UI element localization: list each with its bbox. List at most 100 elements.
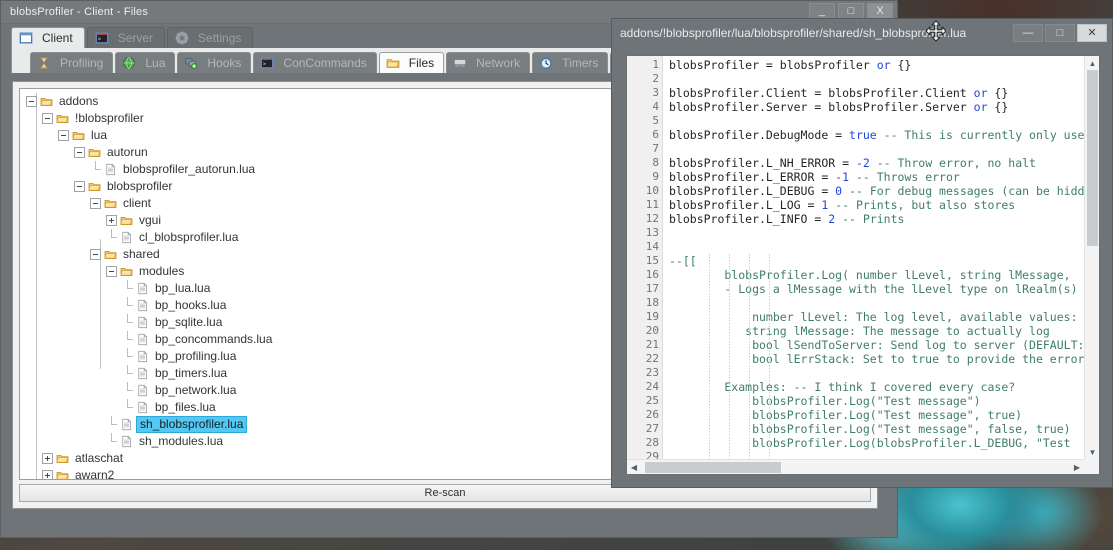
- tree-node-label: bp_hooks.lua: [155, 298, 227, 312]
- tree-node-label: client: [123, 196, 152, 210]
- tree-collapse-toggle[interactable]: [106, 266, 117, 277]
- code-token: bool lErrStack: Set to true to provide t…: [669, 352, 1085, 366]
- svg-text:>: >: [98, 37, 101, 43]
- code-token: {}: [890, 58, 912, 72]
- folder-icon: [56, 455, 69, 463]
- code-token: blobsProfiler = blobsProfiler: [669, 58, 877, 72]
- sub-tab-files[interactable]: Files: [378, 52, 445, 73]
- code-line: blobsProfiler.L_LOG = 1 -- Prints, but a…: [663, 198, 1099, 212]
- folder-icon: [88, 183, 101, 191]
- code-token: blobsProfiler.L_INFO =: [669, 212, 829, 226]
- sub-tab-label: Profiling: [60, 56, 104, 70]
- line-number: 13: [645, 226, 659, 239]
- scroll-right-arrow[interactable]: ▶: [1070, 460, 1084, 474]
- line-number: 28: [645, 436, 659, 449]
- code-close-button[interactable]: ✕: [1077, 24, 1107, 42]
- tree-collapse-toggle[interactable]: [26, 96, 37, 107]
- folder-icon: [72, 132, 85, 140]
- line-number: 22: [645, 352, 659, 365]
- line-number: 26: [645, 408, 659, 421]
- tree-collapse-toggle[interactable]: [90, 198, 101, 209]
- editor-vertical-scrollbar[interactable]: ▲ ▼: [1084, 56, 1099, 459]
- tree-node-label: bp_profiling.lua: [155, 349, 237, 363]
- sub-tab-concommands[interactable]: > ConCommands: [253, 52, 377, 73]
- line-number: 5: [652, 114, 659, 127]
- code-line: blobsProfiler.L_DEBUG = 0 -- For debug m…: [663, 184, 1099, 198]
- toplevel-tab-server[interactable]: > Server: [86, 27, 166, 48]
- tree-collapse-toggle[interactable]: [74, 181, 85, 192]
- folder-icon: [104, 251, 117, 259]
- line-number: 1: [652, 58, 659, 71]
- tree-node-label: blobsprofiler_autorun.lua: [123, 162, 256, 176]
- line-number: 19: [645, 310, 659, 323]
- tree-elbow: [122, 382, 133, 399]
- code-token: or: [876, 58, 891, 72]
- toplevel-tab-client[interactable]: Client: [11, 27, 85, 48]
- tree-expand-toggle[interactable]: [106, 215, 117, 226]
- editor-vertical-scroll-thumb[interactable]: [1087, 70, 1098, 246]
- tree-node-label: bp_timers.lua: [155, 366, 228, 380]
- tree-node-label: modules: [139, 264, 185, 278]
- sub-tab-label: Files: [408, 56, 435, 70]
- indent-guide: [709, 254, 710, 459]
- tree-elbow: [122, 365, 133, 382]
- sub-tab-lua[interactable]: Lua: [115, 52, 176, 73]
- code-token: - Logs a lMessage with the lLevel type o…: [669, 282, 1078, 296]
- tree-collapse-toggle[interactable]: [42, 113, 53, 124]
- file-icon: [122, 418, 131, 431]
- line-number: 20: [645, 324, 659, 337]
- editor-horizontal-scroll-thumb[interactable]: [645, 462, 781, 473]
- tree-elbow: [90, 161, 101, 178]
- sub-tab-network[interactable]: Network: [446, 52, 531, 73]
- tree-node-label: bp_network.lua: [155, 383, 237, 397]
- folder-icon: [56, 115, 69, 123]
- code-token: Examples: -- I think I covered every cas…: [669, 380, 1016, 394]
- code-line: blobsProfiler.L_NH_ERROR = -2 -- Throw e…: [663, 156, 1099, 170]
- scrollbar-corner: [1084, 459, 1099, 474]
- sub-tab-hooks[interactable]: Hooks: [177, 52, 252, 73]
- code-minimize-button[interactable]: —: [1013, 24, 1043, 42]
- scroll-down-arrow[interactable]: ▼: [1085, 445, 1099, 459]
- sub-tab-timers[interactable]: Timers: [532, 52, 609, 73]
- tree-elbow: [122, 297, 133, 314]
- line-number: 4: [652, 100, 659, 113]
- code-text-area[interactable]: blobsProfiler = blobsProfiler or {} blob…: [663, 56, 1099, 459]
- clock-icon: [540, 56, 552, 69]
- tree-collapse-toggle[interactable]: [74, 147, 85, 158]
- code-token: string lMessage: The message to actually…: [669, 324, 1050, 338]
- code-window-title: addons/!blobsprofiler/lua/blobsprofiler/…: [620, 26, 967, 40]
- code-line: blobsProfiler.L_ERROR = -1 -- Throws err…: [663, 170, 1099, 184]
- code-editor[interactable]: 1 2 3 4 5 6 7 8 9 10 11 12 13 14 15 16 17 18 19 20 21 22 23 24 2…: [626, 55, 1100, 475]
- tree-expand-toggle[interactable]: [42, 470, 53, 479]
- code-window-titlebar[interactable]: addons/!blobsprofiler/lua/blobsprofiler/…: [612, 19, 1112, 47]
- code-line: blobsProfiler.Server = blobsProfiler.Ser…: [663, 100, 1099, 114]
- file-icon: [138, 282, 147, 295]
- code-token: -- This is currently only used: [883, 128, 1092, 142]
- file-icon: [122, 231, 131, 244]
- line-number: 18: [645, 296, 659, 309]
- tree-elbow: [122, 348, 133, 365]
- code-maximize-button[interactable]: □: [1045, 24, 1075, 42]
- editor-horizontal-scrollbar[interactable]: ◀ ▶: [627, 459, 1084, 474]
- scroll-up-arrow[interactable]: ▲: [1085, 56, 1099, 70]
- file-icon: [138, 367, 147, 380]
- line-number: 16: [645, 268, 659, 281]
- tree-expand-toggle[interactable]: [42, 453, 53, 464]
- sub-tab-profiling[interactable]: Profiling: [30, 52, 114, 73]
- tree-collapse-toggle[interactable]: [90, 249, 101, 260]
- tree-collapse-toggle[interactable]: [58, 130, 69, 141]
- tree-elbow: [106, 433, 117, 450]
- code-token: blobsProfiler.Log( number lLevel, string…: [669, 268, 1099, 282]
- tree-node-label: awarn2: [75, 468, 115, 479]
- code-line: blobsProfiler = blobsProfiler or {}: [663, 58, 1099, 72]
- code-token: or: [973, 86, 988, 100]
- code-token: or: [973, 100, 988, 114]
- scroll-left-arrow[interactable]: ◀: [627, 460, 641, 474]
- toplevel-tab-settings[interactable]: Settings: [167, 27, 254, 48]
- line-number: 12: [645, 212, 659, 225]
